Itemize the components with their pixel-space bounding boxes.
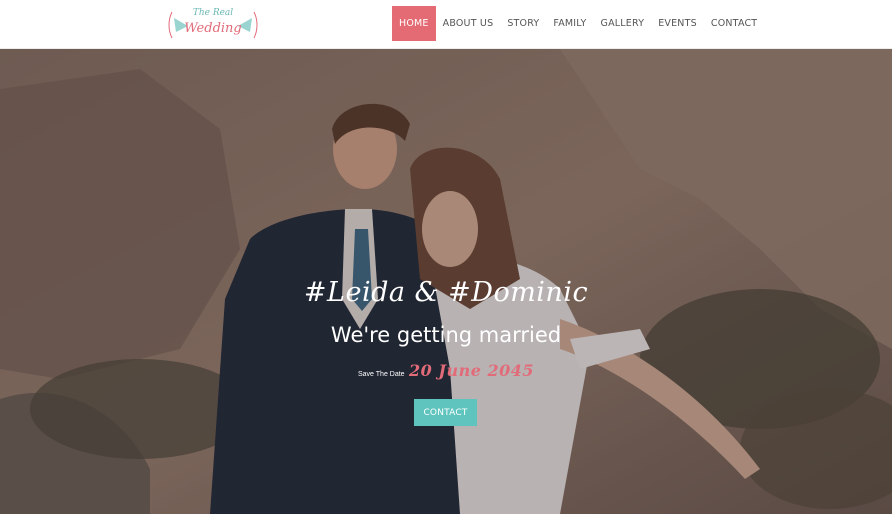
main-nav: HOME ABOUT US STORY FAMILY GALLERY EVENT… — [392, 6, 764, 41]
top-navbar: The Real Wedding HOME ABOUT US STORY FAM… — [0, 0, 892, 49]
nav-item-home[interactable]: HOME — [392, 6, 436, 41]
hero-tagline: We're getting married — [330, 323, 562, 347]
nav-item-contact[interactable]: CONTACT — [704, 6, 764, 41]
nav-item-story[interactable]: STORY — [500, 6, 546, 41]
contact-button[interactable]: CONTACT — [414, 399, 477, 426]
logo-line-1: The Real — [192, 8, 234, 18]
nav-item-family[interactable]: FAMILY — [546, 6, 593, 41]
nav-item-events[interactable]: EVENTS — [651, 6, 704, 41]
save-the-date-label: Save The Date — [358, 371, 405, 378]
wedding-date: 20 June 2045 — [409, 361, 534, 380]
save-the-date: Save The Date 20 June 2045 — [0, 361, 892, 381]
logo-line-2: Wedding — [184, 21, 242, 36]
hero-section: #Leida & #Dominic We're getting married … — [0, 49, 892, 514]
site-logo[interactable]: The Real Wedding — [166, 6, 260, 42]
nav-item-about-us[interactable]: ABOUT US — [436, 6, 501, 41]
couple-names: #Leida & #Dominic — [303, 277, 589, 308]
nav-item-gallery[interactable]: GALLERY — [594, 6, 652, 41]
